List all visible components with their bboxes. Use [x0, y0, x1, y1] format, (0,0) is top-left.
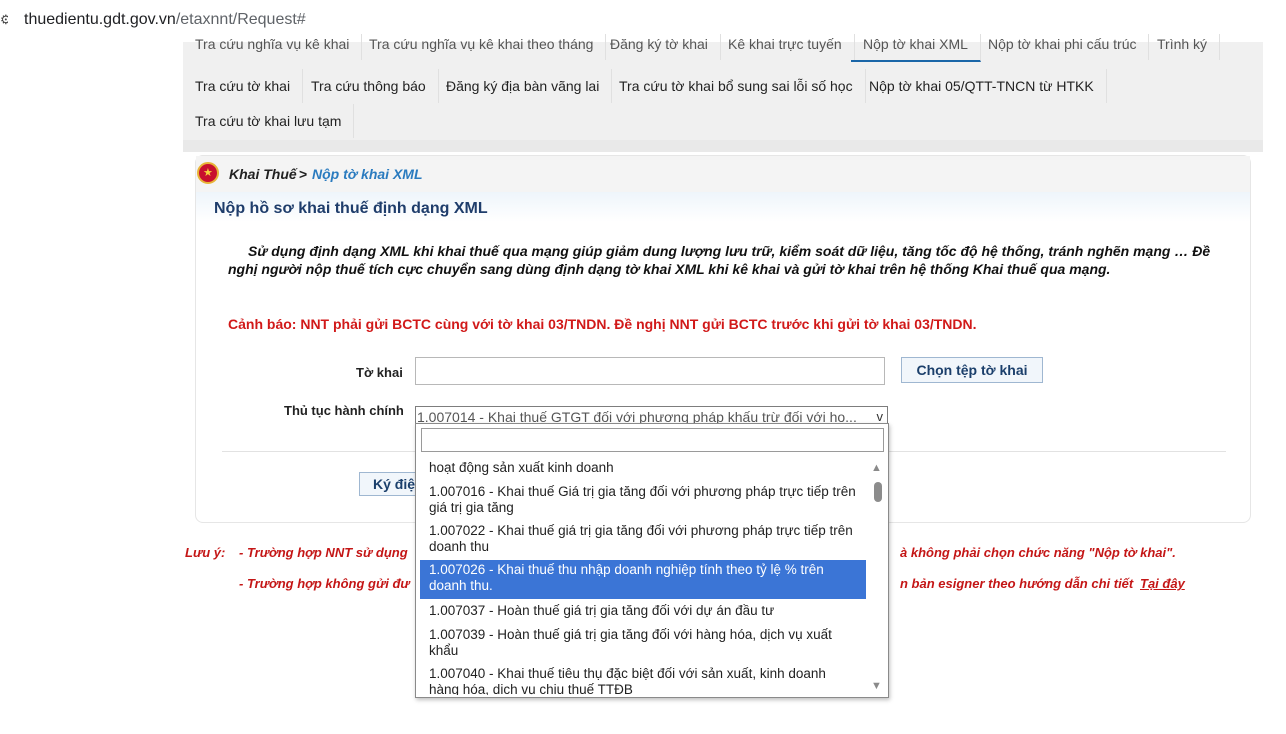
tab-tra-cuu-bo-sung[interactable]: Tra cứu tờ khai bổ sung sai lỗi số học [607, 69, 866, 103]
scroll-thumb[interactable] [874, 482, 882, 502]
tab-dang-ky-dia-ban[interactable]: Đăng ký địa bàn vãng lai [434, 69, 613, 103]
content-separator [183, 140, 1263, 152]
thu-tuc-label: Thủ tục hành chính [284, 403, 404, 418]
warning-text: Cảnh báo: NNT phải gửi BCTC cùng với tờ … [228, 316, 977, 332]
chevron-down-icon: v [876, 409, 884, 424]
breadcrumb-parent[interactable]: Khai Thuế [229, 166, 297, 182]
dropdown-option[interactable]: 1.007016 - Khai thuế Giá trị gia tăng đố… [420, 482, 866, 518]
dropdown-option[interactable]: 1.007039 - Hoàn thuế giá trị gia tăng đố… [420, 625, 866, 661]
left-margin [0, 42, 183, 734]
breadcrumb: ★ Khai Thuế > Nộp tờ khai XML [196, 156, 1250, 193]
tab-bar: Tra cứu nghĩa vụ kê khai Tra cứu nghĩa v… [183, 34, 1263, 140]
tab-nop-to-khai-xml[interactable]: Nộp tờ khai XML [851, 34, 981, 62]
tab-tra-cuu-thong-bao[interactable]: Tra cứu thông báo [299, 69, 439, 103]
breadcrumb-separator: > [299, 166, 308, 182]
url-path: /etaxnnt/Request# [175, 11, 306, 28]
url-text[interactable]: thuedientu.gdt.gov.vn/etaxnnt/Request# [24, 11, 306, 29]
tab-dang-ky-to-khai[interactable]: Đăng ký tờ khai [598, 34, 721, 60]
dropdown-search-input[interactable] [421, 428, 884, 452]
tai-day-link[interactable]: Tại đây [1140, 576, 1185, 591]
tab-trinh-ky[interactable]: Trình ký [1145, 34, 1221, 60]
tab-tra-cuu-to-khai[interactable]: Tra cứu tờ khai [183, 69, 304, 103]
scroll-down-icon[interactable]: ▼ [871, 680, 882, 692]
section-header: Nộp hồ sơ khai thuế định dạng XML [196, 192, 1250, 222]
dropdown-option[interactable]: 1.007040 - Khai thuế tiêu thụ đặc biệt đ… [420, 664, 866, 695]
dropdown-option[interactable]: 1.007022 - Khai thuế giá trị gia tăng đố… [420, 521, 866, 557]
file-path-input[interactable] [415, 357, 885, 385]
dropdown-options-list[interactable]: hoạt động sản xuất kinh doanh 1.007016 -… [420, 458, 866, 695]
intro-text: Sử dụng định dạng XML khi khai thuế qua … [228, 243, 1211, 277]
tab-nop-05-qtt[interactable]: Nộp tờ khai 05/QTT-TNCN từ HTKK [857, 69, 1107, 103]
tab-nop-to-khai-phi-cau-truc[interactable]: Nộp tờ khai phi cấu trúc [976, 34, 1150, 60]
tab-tra-cuu-nghia-vu-thang[interactable]: Tra cứu nghĩa vụ kê khai theo tháng [357, 34, 607, 60]
dropdown-scrollbar[interactable]: ▲ ▼ [871, 462, 885, 692]
note-2-end: n bản esigner theo hướng dẫn chi tiết [900, 576, 1134, 591]
right-margin [1263, 42, 1286, 734]
note-2-start: - Trường hợp không gửi đư [239, 576, 410, 591]
tab-tra-cuu-nghia-vu[interactable]: Tra cứu nghĩa vụ kê khai [183, 34, 363, 60]
thu-tuc-dropdown[interactable]: hoạt động sản xuất kinh doanh 1.007016 -… [415, 423, 889, 698]
site-info-icon[interactable]: ⚙ [0, 13, 8, 27]
choose-file-button[interactable]: Chọn tệp tờ khai [901, 357, 1043, 383]
national-emblem-icon: ★ [197, 162, 219, 184]
to-khai-label: Tờ khai [356, 365, 403, 380]
page-title: Nộp hồ sơ khai thuế định dạng XML [214, 200, 488, 217]
dropdown-option-selected[interactable]: 1.007026 - Khai thuế thu nhập doanh nghi… [420, 560, 866, 599]
dropdown-option[interactable]: hoạt động sản xuất kinh doanh [420, 458, 866, 478]
note-1-end: à không phải chọn chức năng "Nộp tờ khai… [900, 545, 1176, 560]
tab-ke-khai-truc-tuyen[interactable]: Kê khai trực tuyến [716, 34, 855, 60]
notes-prefix: Lưu ý: [185, 545, 226, 560]
breadcrumb-current: Nộp tờ khai XML [312, 166, 423, 182]
note-1-start: - Trường hợp NNT sử dụng [239, 545, 408, 560]
tab-tra-cuu-luu-tam[interactable]: Tra cứu tờ khai lưu tạm [183, 104, 355, 138]
dropdown-option[interactable]: 1.007037 - Hoàn thuế giá trị gia tăng đố… [420, 601, 866, 621]
scroll-up-icon[interactable]: ▲ [871, 462, 882, 474]
url-host: thuedientu.gdt.gov.vn [24, 11, 176, 28]
